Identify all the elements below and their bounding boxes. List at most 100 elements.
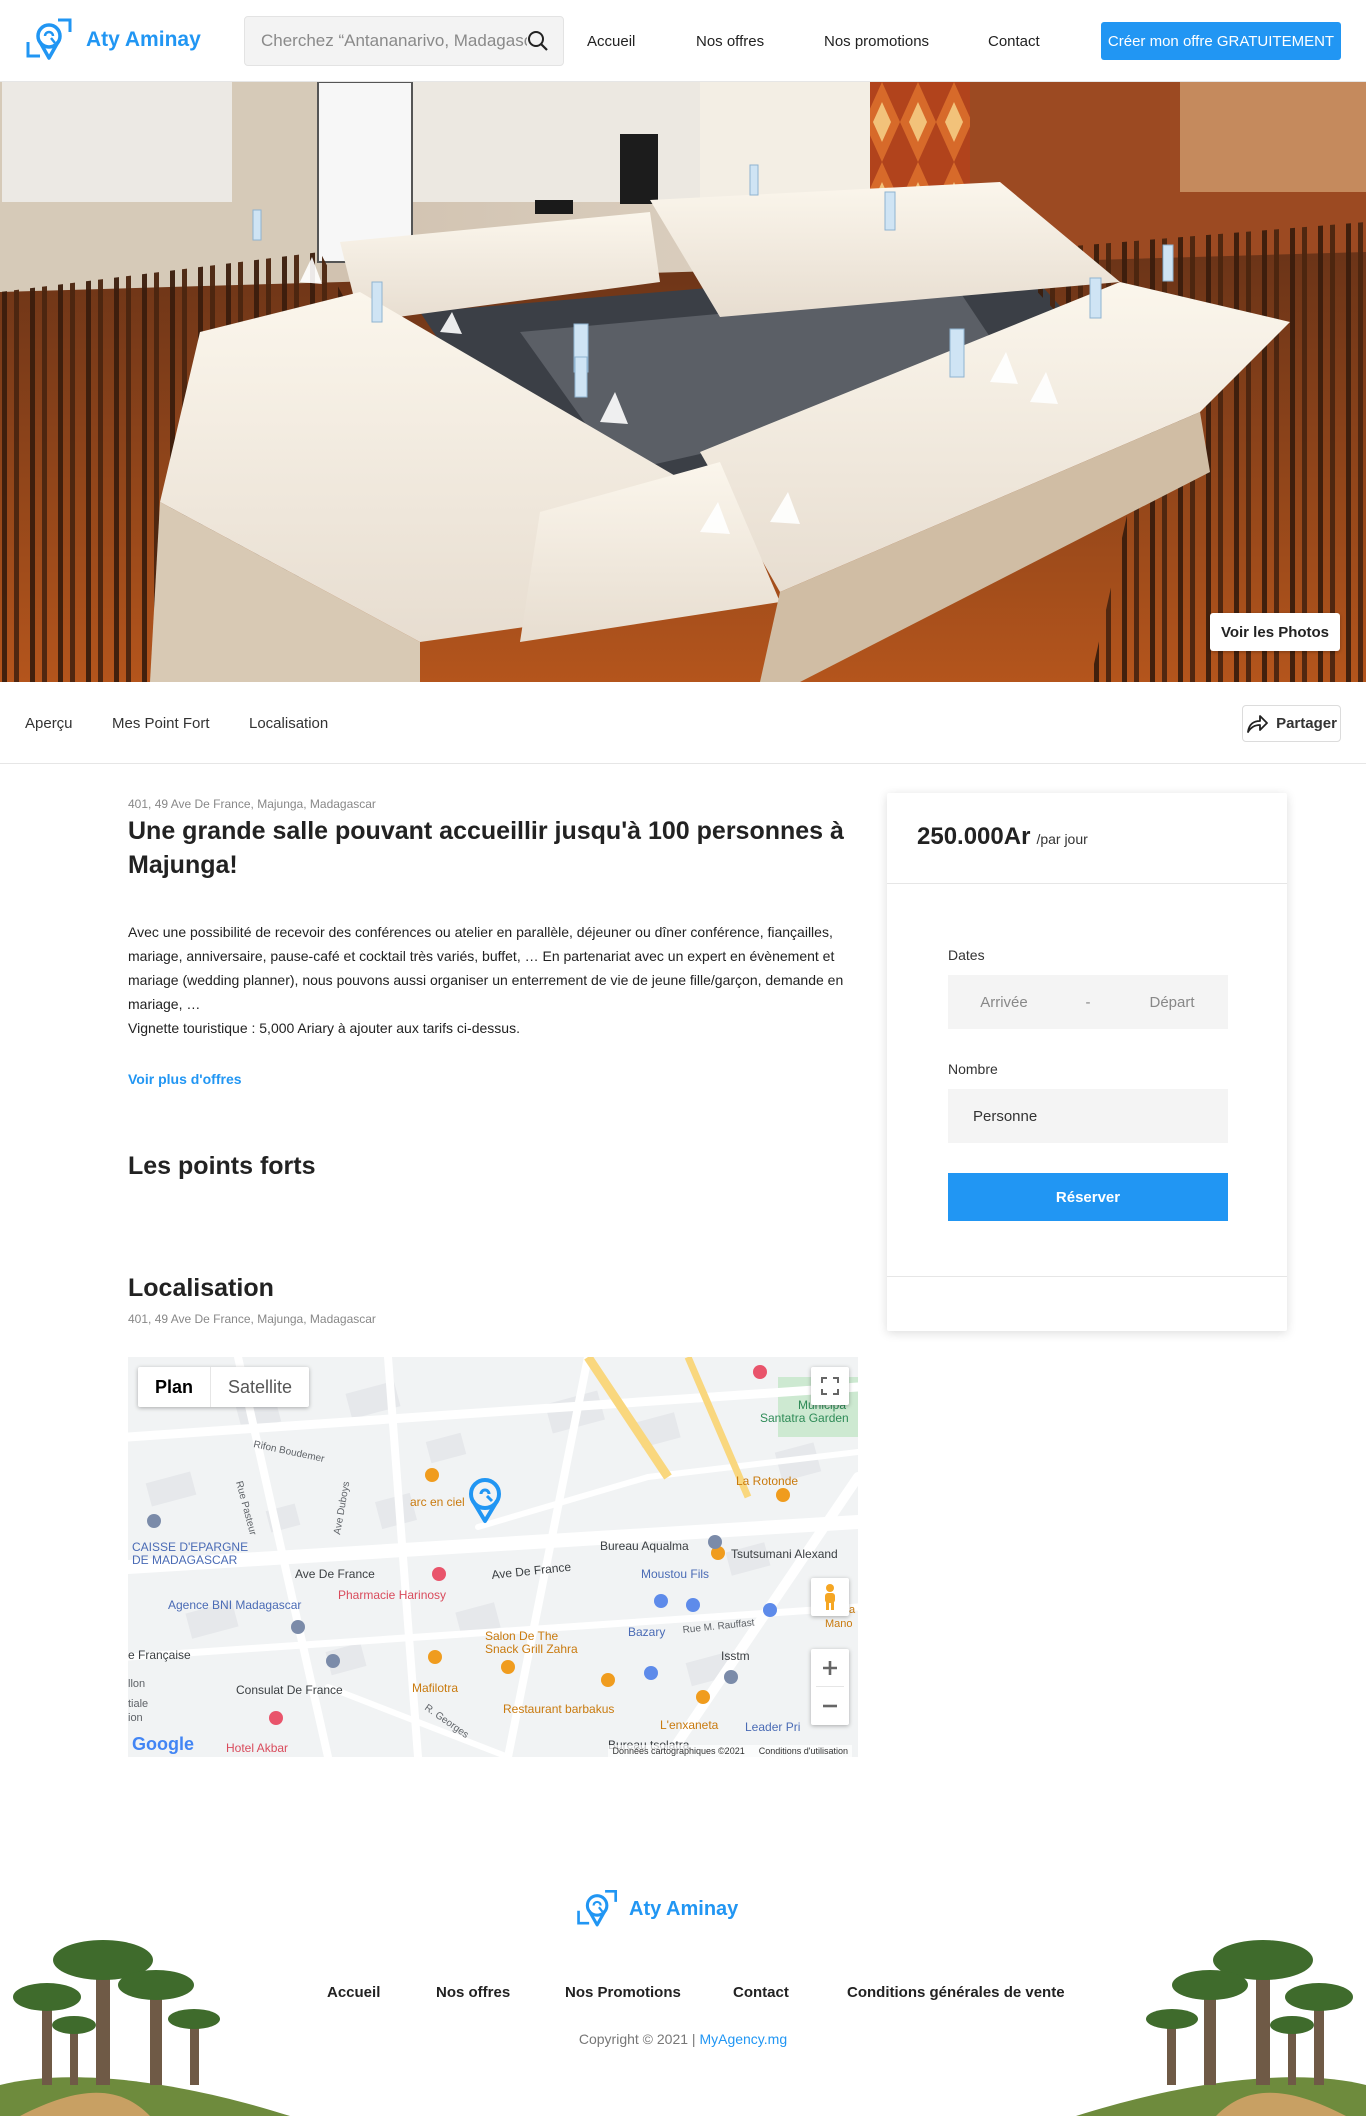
departure-date-input[interactable]: Départ	[1116, 994, 1228, 1011]
booking-card: 250.000Ar /par jour Dates Arrivée - Dépa…	[887, 793, 1287, 1331]
map-marker-icon[interactable]	[686, 1598, 700, 1612]
tab-localisation[interactable]: Localisation	[249, 682, 328, 764]
map-label: Santatra Garden	[760, 1411, 849, 1425]
map-marker-icon[interactable]	[501, 1660, 515, 1674]
google-logo[interactable]: Google	[132, 1734, 194, 1755]
map-label: ion	[128, 1712, 143, 1724]
map-label: Ave De France	[295, 1567, 375, 1581]
map-label: Snack Grill Zahra	[485, 1642, 578, 1656]
map-marker-icon[interactable]	[432, 1567, 446, 1581]
nav-accueil[interactable]: Accueil	[587, 0, 635, 82]
map-label: Tsutsumani Alexand	[731, 1547, 838, 1561]
footer-link-accueil[interactable]: Accueil	[327, 1984, 380, 2001]
search-input[interactable]	[261, 31, 527, 51]
site-header: Aty Aminay Accueil Nos offres Nos promot…	[0, 0, 1366, 82]
tab-apercu[interactable]: Aperçu	[25, 682, 73, 764]
map-label: La Rotonde	[736, 1474, 798, 1488]
map-canvas[interactable]: Rifon Boudemer arc en ciel La Rotonde Mu…	[128, 1357, 858, 1757]
map-label: Bureau Aqualma	[600, 1539, 689, 1553]
fullscreen-button[interactable]	[811, 1367, 849, 1405]
conference-room-photo	[0, 82, 1366, 682]
zoom-out-button[interactable]	[822, 1687, 838, 1725]
vignette-text: Vignette touristique : 5,000 Ariary à aj…	[128, 1020, 520, 1036]
map-marker-icon[interactable]	[326, 1654, 340, 1668]
map-label: Moustou Fils	[641, 1567, 709, 1581]
baobab-illustration-left	[0, 1940, 290, 2116]
map-marker-icon[interactable]	[644, 1666, 658, 1680]
map-label: Isstm	[721, 1649, 750, 1663]
search-box	[244, 16, 564, 66]
copyright-text: Copyright © 2021 |	[578, 2031, 696, 2047]
highlights-heading: Les points forts	[128, 1152, 316, 1180]
map-label: Bazary	[628, 1625, 665, 1639]
share-button[interactable]: Partager	[1242, 705, 1341, 742]
map-marker-icon[interactable]	[147, 1514, 161, 1528]
price-row: 250.000Ar /par jour	[917, 823, 1088, 851]
map-label: Pharmacie Harinosy	[338, 1588, 446, 1602]
price: 250.000Ar	[917, 823, 1031, 850]
footer-link-nos-promotions[interactable]: Nos Promotions	[565, 1984, 681, 2001]
zoom-controls	[811, 1649, 849, 1725]
reserve-button[interactable]: Réserver	[948, 1173, 1228, 1221]
more-offers-link[interactable]: Voir plus d'offres	[128, 1071, 242, 1087]
listing-address: 401, 49 Ave De France, Majunga, Madagasc…	[128, 797, 376, 811]
map-type-switch: Plan Satellite	[138, 1367, 310, 1407]
map-data-credit[interactable]: Données cartographiques ©2021	[612, 1746, 744, 1756]
map-label: Salon De The	[485, 1629, 558, 1643]
location-heading: Localisation	[128, 1274, 274, 1302]
guest-count-input[interactable]: Personne	[948, 1089, 1228, 1143]
map-label: llon	[128, 1678, 145, 1690]
footer-link-cgv[interactable]: Conditions générales de vente	[847, 1984, 1065, 2001]
zoom-out-icon	[823, 1704, 837, 1708]
map-marker-icon[interactable]	[425, 1468, 439, 1482]
share-icon	[1247, 714, 1268, 733]
footer-brand-logo[interactable]: Aty Aminay	[575, 1887, 738, 1931]
map-marker-icon[interactable]	[601, 1673, 615, 1687]
map-label: Mafilotra	[412, 1681, 458, 1695]
map-type-plan[interactable]: Plan	[138, 1367, 212, 1407]
nav-contact[interactable]: Contact	[988, 0, 1040, 82]
map-marker-icon[interactable]	[291, 1620, 305, 1634]
location-address: 401, 49 Ave De France, Majunga, Madagasc…	[128, 1312, 376, 1326]
map-label: tiale	[128, 1698, 148, 1710]
street-view-button[interactable]	[811, 1578, 849, 1616]
map-marker-icon[interactable]	[724, 1670, 738, 1684]
tab-points-forts[interactable]: Mes Point Fort	[112, 682, 210, 764]
agency-link[interactable]: MyAgency.mg	[699, 2031, 787, 2047]
nav-nos-promotions[interactable]: Nos promotions	[824, 0, 929, 82]
map-terms-link[interactable]: Conditions d'utilisation	[759, 1746, 848, 1756]
brand-logo[interactable]: Aty Aminay	[24, 16, 201, 64]
map-marker-icon[interactable]	[763, 1603, 777, 1617]
zoom-in-button[interactable]	[816, 1649, 844, 1687]
listing-description: Avec une possibilité de recevoir des con…	[128, 920, 848, 1040]
hero-photo	[0, 82, 1366, 682]
footer-brand-name: Aty Aminay	[629, 1897, 739, 1920]
location-map[interactable]: Rifon Boudemer arc en ciel La Rotonde Mu…	[128, 1357, 858, 1757]
map-label: Consulat De France	[236, 1683, 343, 1697]
map-marker-icon[interactable]	[428, 1650, 442, 1664]
map-label: L'enxaneta	[660, 1718, 719, 1732]
map-marker-icon[interactable]	[269, 1711, 283, 1725]
map-label: Agence BNI Madagascar	[168, 1598, 301, 1612]
map-label: CAISSE D'EPARGNE	[132, 1540, 248, 1554]
map-marker-icon[interactable]	[753, 1365, 767, 1379]
footer-link-nos-offres[interactable]: Nos offres	[436, 1984, 510, 2001]
share-label: Partager	[1276, 715, 1337, 732]
nav-nos-offres[interactable]: Nos offres	[696, 0, 764, 82]
footer-link-contact[interactable]: Contact	[733, 1984, 789, 2001]
map-marker-icon[interactable]	[776, 1488, 790, 1502]
brand-name: Aty Aminay	[86, 28, 201, 51]
map-marker-icon[interactable]	[708, 1535, 722, 1549]
map-label: Hotel Akbar	[226, 1741, 288, 1755]
view-photos-button[interactable]: Voir les Photos	[1210, 613, 1340, 651]
map-attribution: Données cartographiques ©2021 Conditions…	[608, 1745, 852, 1757]
count-label: Nombre	[948, 1061, 998, 1077]
map-type-satellite[interactable]: Satellite	[211, 1367, 309, 1407]
search-icon[interactable]	[527, 30, 549, 52]
map-marker-icon[interactable]	[654, 1594, 668, 1608]
arrival-date-input[interactable]: Arrivée	[948, 994, 1060, 1011]
map-marker-icon[interactable]	[696, 1690, 710, 1704]
map-label: Restaurant barbakus	[503, 1702, 614, 1716]
map-label: Mano	[825, 1618, 853, 1630]
create-offer-button[interactable]: Créer mon offre GRATUITEMENT	[1101, 22, 1341, 60]
